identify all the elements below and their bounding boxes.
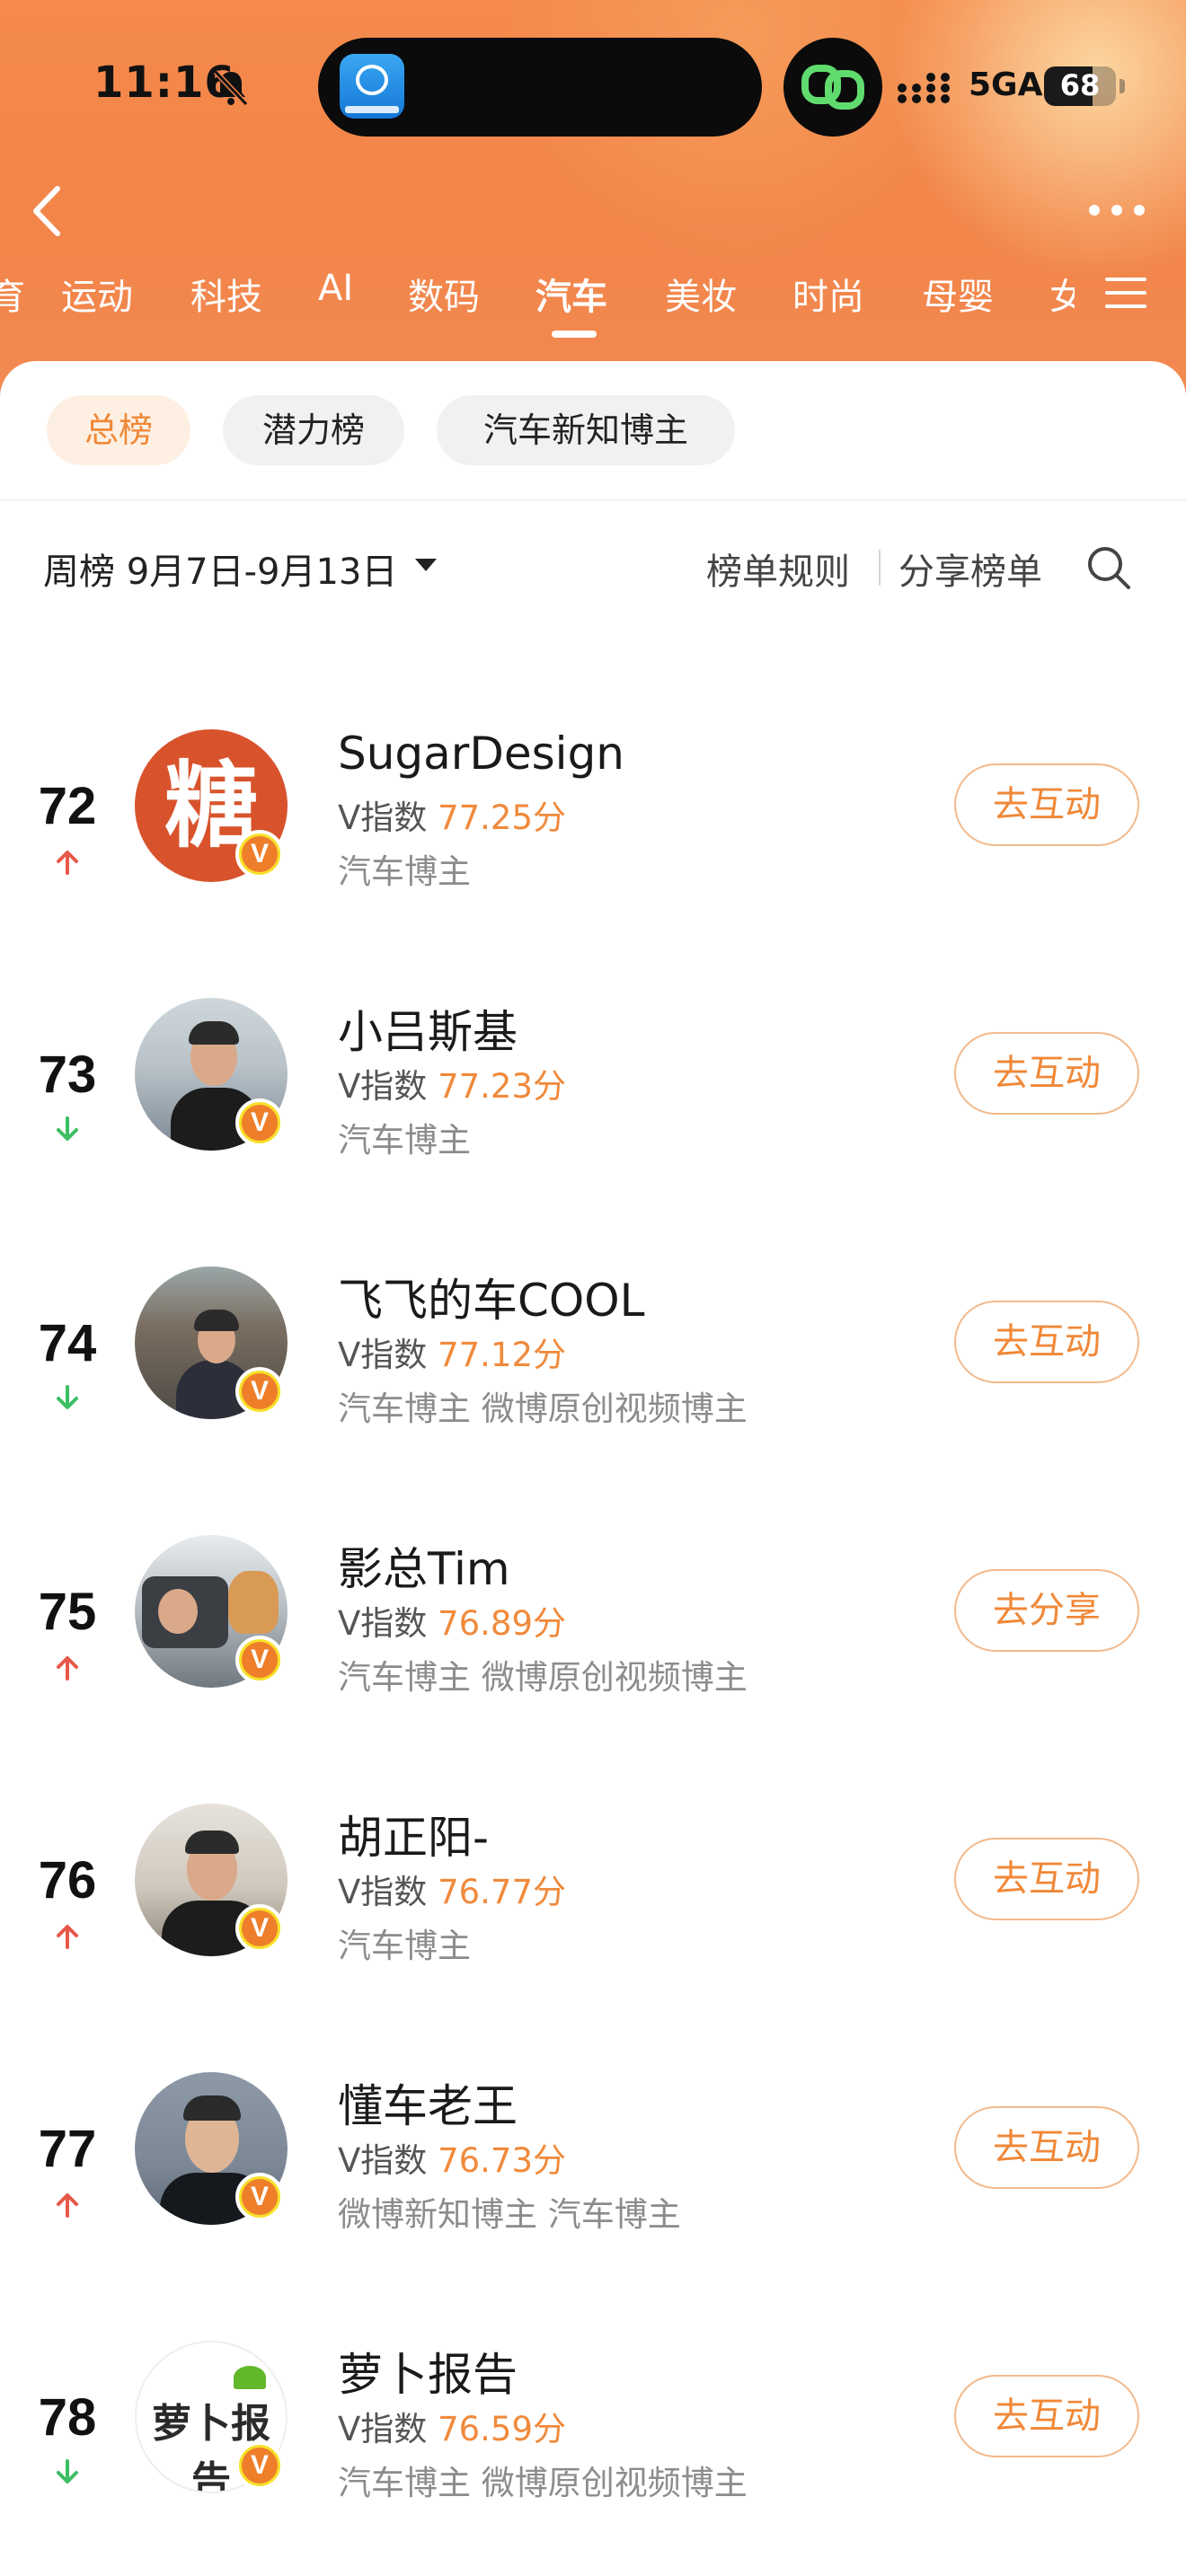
- blogger-name[interactable]: 影总Tim: [338, 1533, 510, 1598]
- verified-badge-icon: V: [235, 830, 284, 878]
- blogger-name[interactable]: SugarDesign: [338, 728, 624, 780]
- trend-up-icon: [57, 851, 78, 875]
- rank-number: 78: [38, 2388, 97, 2447]
- ranking-row[interactable]: 78 萝卜报告 V 萝卜报告 V指数 76.59分 汽车博主 微博原创视频博主 …: [0, 2341, 1186, 2556]
- v-index: V指数 77.12分: [338, 1336, 567, 1374]
- rank-number: 72: [38, 777, 97, 835]
- rules-link[interactable]: 榜单规则: [706, 543, 850, 595]
- leaf-icon: [234, 2366, 266, 2389]
- blogger-name[interactable]: 小吕斯基: [338, 996, 518, 1061]
- v-index: V指数 77.25分: [338, 798, 567, 837]
- interact-button[interactable]: 去互动: [954, 2375, 1139, 2457]
- tab-tech[interactable]: 科技: [190, 268, 262, 320]
- verified-badge-icon: V: [235, 1636, 284, 1684]
- network-type: 5GA: [969, 66, 1043, 103]
- interact-button[interactable]: 去互动: [954, 1032, 1139, 1115]
- rank-number: 77: [38, 2120, 97, 2178]
- tab-baby[interactable]: 母婴: [922, 268, 994, 320]
- trend-up-icon: [57, 2193, 78, 2218]
- interact-button[interactable]: 去互动: [954, 763, 1139, 846]
- battery-indicator: 68: [1044, 66, 1116, 106]
- interact-button[interactable]: 去互动: [954, 2106, 1139, 2189]
- v-index: V指数 77.23分: [338, 1067, 567, 1106]
- active-tab-indicator: [552, 331, 597, 338]
- period-selector[interactable]: 周榜 9月7日-9月13日: [43, 543, 397, 595]
- search-icon[interactable]: [1084, 543, 1134, 593]
- v-index: V指数 76.89分: [338, 1604, 567, 1643]
- blogger-name[interactable]: 飞飞的车COOL: [338, 1265, 644, 1329]
- divider: [0, 499, 1186, 501]
- blogger-tags: 汽车博主: [338, 1121, 471, 1160]
- blogger-tags: 汽车博主: [338, 1927, 471, 1965]
- trend-up-icon: [57, 1656, 78, 1681]
- blogger-tags: 汽车博主 微博原创视频博主: [338, 1389, 748, 1428]
- back-icon[interactable]: [25, 180, 70, 243]
- verified-badge-icon: V: [235, 1367, 284, 1416]
- subtab-overall[interactable]: 总榜: [47, 395, 190, 465]
- verified-badge-icon: V: [235, 2441, 284, 2490]
- share-list-link[interactable]: 分享榜单: [898, 543, 1042, 595]
- v-index: V指数 76.73分: [338, 2141, 567, 2180]
- caret-down-icon[interactable]: [415, 559, 437, 571]
- ranking-row[interactable]: 74 V 飞飞的车COOL V指数 77.12分 汽车博主 微博原创视频博主 去…: [0, 1266, 1186, 1482]
- blogger-tags: 汽车博主 微博原创视频博主: [338, 2464, 748, 2502]
- rank-number: 73: [38, 1045, 97, 1104]
- tab-fashion[interactable]: 时尚: [792, 268, 864, 320]
- battery-tip: [1120, 79, 1125, 93]
- trend-down-icon: [57, 1385, 78, 1409]
- ranking-row[interactable]: 72 糖 V SugarDesign V指数 77.25分 汽车博主 去互动: [0, 728, 1186, 945]
- verified-badge-icon: V: [235, 2173, 284, 2221]
- separator: [879, 550, 881, 586]
- blogger-name[interactable]: 萝卜报告: [338, 2339, 518, 2404]
- tab-ai[interactable]: AI: [318, 268, 353, 309]
- subtab-auto-new-knowledge[interactable]: 汽车新知博主: [437, 395, 735, 465]
- category-tabs: 育 运动 科技 AI 数码 汽车 美妆 时尚 母婴 女: [0, 268, 1186, 325]
- share-button[interactable]: 去分享: [954, 1569, 1139, 1652]
- rank-number: 76: [38, 1851, 97, 1910]
- tab-beauty[interactable]: 美妆: [665, 268, 737, 320]
- trend-up-icon: [57, 1925, 78, 1949]
- blogger-name[interactable]: 胡正阳-: [338, 1802, 489, 1866]
- menu-icon[interactable]: [1105, 275, 1146, 311]
- tab-auto[interactable]: 汽车: [535, 268, 607, 320]
- link-icon: [801, 65, 864, 110]
- tab-partial-left[interactable]: 育: [0, 268, 25, 320]
- battery-percent: 68: [1059, 68, 1101, 102]
- verified-badge-icon: V: [235, 1098, 284, 1147]
- link-bubble[interactable]: [783, 38, 882, 137]
- v-index: V指数 76.59分: [338, 2410, 567, 2448]
- more-icon[interactable]: [1085, 199, 1148, 221]
- blogger-name[interactable]: 懂车老王: [338, 2070, 518, 2135]
- blogger-tags: 微博新知博主 汽车博主: [338, 2195, 681, 2234]
- railway-app-icon[interactable]: [340, 54, 404, 119]
- blogger-tags: 汽车博主: [338, 852, 471, 891]
- blogger-tags: 汽车博主 微博原创视频博主: [338, 1658, 748, 1697]
- subtab-potential[interactable]: 潜力榜: [223, 395, 404, 465]
- trend-down-icon: [57, 1116, 78, 1141]
- trend-down-icon: [57, 2459, 78, 2483]
- interact-button[interactable]: 去互动: [954, 1838, 1139, 1920]
- rank-number: 75: [38, 1583, 97, 1641]
- signal-icon: [898, 73, 950, 103]
- tab-digital[interactable]: 数码: [408, 268, 480, 320]
- verified-badge-icon: V: [235, 1904, 284, 1953]
- ranking-row[interactable]: 76 V 胡正阳- V指数 76.77分 汽车博主 去互动: [0, 1804, 1186, 2019]
- bell-muted-icon: [213, 69, 249, 107]
- ranking-row[interactable]: 75 V 影总Tim V指数 76.89分 汽车博主 微博原创视频博主 去分享: [0, 1535, 1186, 1751]
- tab-sports[interactable]: 运动: [61, 268, 133, 320]
- interact-button[interactable]: 去互动: [954, 1301, 1139, 1383]
- rank-number: 74: [38, 1314, 97, 1372]
- ranking-row[interactable]: 77 V 懂车老王 V指数 76.73分 微博新知博主 汽车博主 去互动: [0, 2072, 1186, 2288]
- tab-partial-right[interactable]: 女: [1049, 268, 1075, 320]
- v-index: V指数 76.77分: [338, 1873, 567, 1911]
- ranking-row[interactable]: 73 V 小吕斯基 V指数 77.23分 汽车博主 去互动: [0, 998, 1186, 1213]
